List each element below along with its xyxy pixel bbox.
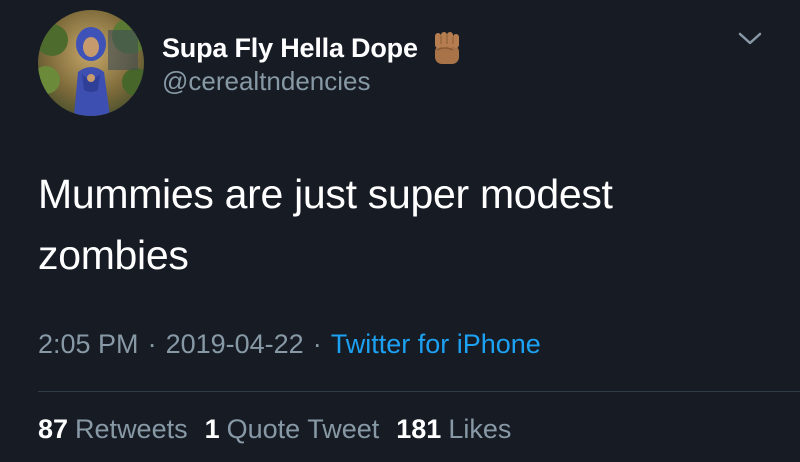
retweets-stat[interactable]: 87 Retweets <box>38 414 188 445</box>
tweet-date[interactable]: 2019-04-22 <box>166 329 304 359</box>
meta-separator: · <box>312 329 322 359</box>
engagement-stats: 87 Retweets 1 Quote Tweet 181 Likes <box>38 414 528 445</box>
divider <box>38 391 800 392</box>
tweet-card: Supa Fly Hella Dope @cerealtndencies Mum… <box>0 0 800 462</box>
tweet-meta: 2:05 PM · 2019-04-22 · Twitter for iPhone <box>38 329 541 360</box>
quotes-label: Quote Tweet <box>226 414 380 444</box>
tweet-text-line: zombies <box>38 232 189 278</box>
display-name[interactable]: Supa Fly Hella Dope <box>162 33 418 64</box>
likes-label: Likes <box>448 414 512 444</box>
retweets-label: Retweets <box>75 414 188 444</box>
chevron-down-icon[interactable] <box>734 28 766 52</box>
source-link[interactable]: Twitter for iPhone <box>331 329 541 359</box>
likes-count: 181 <box>396 414 442 444</box>
tweet-time[interactable]: 2:05 PM <box>38 329 139 359</box>
quotes-count: 1 <box>204 414 220 444</box>
tweet-text-line: Mummies are just super modest <box>38 171 613 217</box>
raised-fist-icon <box>427 28 467 68</box>
author-name-row[interactable]: Supa Fly Hella Dope <box>162 28 467 68</box>
meta-separator: · <box>147 329 157 359</box>
quotes-stat[interactable]: 1 Quote Tweet <box>205 414 380 445</box>
likes-stat[interactable]: 181 Likes <box>396 414 511 445</box>
handle[interactable]: @cerealtndencies <box>162 66 371 97</box>
retweets-count: 87 <box>38 414 69 444</box>
avatar[interactable] <box>38 10 144 116</box>
tweet-text: Mummies are just super modest zombies <box>38 164 738 286</box>
